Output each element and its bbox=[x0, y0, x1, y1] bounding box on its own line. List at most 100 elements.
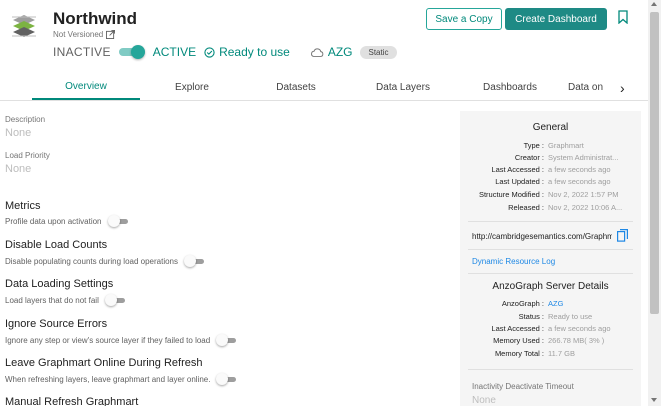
row-key: AnzoGraph : bbox=[501, 299, 544, 308]
copy-icon[interactable] bbox=[617, 229, 628, 242]
general-row: Creator : System Administrat... bbox=[460, 153, 641, 162]
metrics-toggle[interactable] bbox=[107, 215, 130, 227]
server-indicator[interactable]: AZG bbox=[310, 45, 353, 59]
row-key: Type : bbox=[523, 141, 544, 150]
inactivity-label: Inactivity Deactivate Timeout bbox=[472, 382, 574, 391]
tab-bar: Overview Explore Datasets Data Layers Da… bbox=[0, 74, 648, 101]
tab-dashboards[interactable]: Dashboards bbox=[458, 74, 562, 100]
bookmark-icon[interactable] bbox=[618, 10, 628, 24]
graphmart-logo-icon bbox=[12, 15, 36, 37]
active-label: ACTIVE bbox=[152, 45, 197, 59]
general-row: Type : Graphmart bbox=[460, 141, 641, 150]
server-row: Status : Ready to use bbox=[460, 312, 641, 321]
row-key: Last Updated : bbox=[495, 177, 544, 186]
server-name: AZG bbox=[327, 45, 353, 59]
setting-desc-text: Ignore any step or view's source layer i… bbox=[5, 335, 211, 345]
general-heading: General bbox=[532, 122, 569, 133]
divider bbox=[468, 221, 633, 222]
create-dashboard-button[interactable]: Create Dashboard bbox=[505, 8, 607, 30]
description-label: Description bbox=[5, 115, 46, 124]
setting-desc: Profile data upon activation bbox=[5, 215, 130, 227]
data-loading-toggle[interactable] bbox=[104, 294, 127, 306]
setting-desc: Ignore any step or view's source layer i… bbox=[5, 334, 238, 346]
server-row: Memory Total : 11.7 GB bbox=[460, 349, 641, 358]
scroll-up-arrow-icon[interactable] bbox=[651, 2, 657, 6]
row-value: 11.7 GB bbox=[548, 349, 575, 358]
tab-explore[interactable]: Explore bbox=[140, 74, 244, 100]
row-key: Structure Modified : bbox=[478, 190, 544, 199]
divider bbox=[468, 249, 633, 250]
ready-status: Ready to use bbox=[204, 45, 290, 59]
scroll-thumb[interactable] bbox=[650, 12, 659, 314]
row-value[interactable]: AZG bbox=[548, 299, 634, 308]
version-status: Not Versioned bbox=[53, 30, 116, 39]
setting-title: Data Loading Settings bbox=[5, 278, 114, 290]
general-row: Last Accessed : a few seconds ago bbox=[460, 165, 641, 174]
row-key: Status : bbox=[518, 312, 544, 321]
tab-data-on[interactable]: Data on bbox=[568, 74, 614, 100]
details-panel: General Type : Graphmart Creator : System … bbox=[460, 111, 641, 406]
setting-desc: When refreshing layers, leave graphmart … bbox=[5, 373, 238, 385]
general-row: Last Updated : a few seconds ago bbox=[460, 177, 641, 186]
priority-value[interactable]: None bbox=[5, 163, 31, 175]
row-key: Memory Total : bbox=[494, 349, 544, 358]
ignore-source-errors-toggle[interactable] bbox=[216, 334, 238, 346]
chevron-right-icon[interactable]: › bbox=[620, 80, 625, 96]
row-key: Last Accessed : bbox=[491, 324, 544, 333]
dynamic-resource-log-link[interactable]: Dynamic Resource Log bbox=[472, 257, 555, 266]
active-toggle[interactable] bbox=[118, 45, 145, 59]
tab-datasets[interactable]: Datasets bbox=[244, 74, 348, 100]
setting-desc: Disable populating counts during load op… bbox=[5, 255, 206, 267]
graphmart-url[interactable]: http://cambridgesemantics.com/Graphmart bbox=[472, 232, 612, 241]
server-row: AnzoGraph : AZG bbox=[460, 299, 641, 308]
header: Northwind Not Versioned INACTIVE ACTIVE … bbox=[0, 0, 648, 66]
static-badge: Static bbox=[360, 45, 397, 59]
row-value: Graphmart bbox=[548, 141, 584, 150]
save-copy-button[interactable]: Save a Copy bbox=[426, 8, 502, 30]
inactive-label: INACTIVE bbox=[53, 45, 111, 59]
inactivity-value[interactable]: None bbox=[472, 395, 496, 406]
disable-load-counts-toggle[interactable] bbox=[184, 255, 206, 267]
row-value: Nov 2, 2022 10:06 A... bbox=[548, 203, 623, 212]
setting-desc: Load layers that do not fail bbox=[5, 294, 127, 306]
external-link-icon[interactable] bbox=[106, 30, 116, 39]
cloud-icon bbox=[310, 47, 324, 57]
general-row: Released : Nov 2, 2022 10:06 A... bbox=[460, 203, 641, 212]
setting-title: Metrics bbox=[5, 200, 41, 212]
page-scrollbar[interactable] bbox=[648, 0, 661, 406]
row-value: System Administrat... bbox=[548, 153, 619, 162]
scroll-down-arrow-icon[interactable] bbox=[651, 398, 657, 402]
row-value: 266.78 MB( 3% ) bbox=[548, 336, 605, 345]
setting-title: Ignore Source Errors bbox=[5, 318, 108, 330]
setting-desc-text: When refreshing layers, leave graphmart … bbox=[5, 374, 211, 384]
leave-online-toggle[interactable] bbox=[216, 373, 238, 385]
row-value: Ready to use bbox=[548, 312, 593, 321]
row-key: Creator : bbox=[514, 153, 544, 162]
setting-desc-text: Load layers that do not fail bbox=[5, 295, 99, 305]
version-label: Not Versioned bbox=[53, 30, 104, 39]
setting-title: Leave Graphmart Online During Refresh bbox=[5, 357, 203, 369]
tab-data-layers[interactable]: Data Layers bbox=[348, 74, 458, 100]
page-title: Northwind bbox=[53, 9, 138, 28]
row-value: a few seconds ago bbox=[548, 324, 611, 333]
ready-text: Ready to use bbox=[219, 45, 290, 59]
setting-title: Manual Refresh Graphmart bbox=[5, 396, 139, 406]
row-value: a few seconds ago bbox=[548, 177, 611, 186]
divider bbox=[468, 369, 633, 370]
setting-desc-text: Profile data upon activation bbox=[5, 216, 102, 226]
server-row: Last Accessed : a few seconds ago bbox=[460, 324, 641, 333]
check-circle-icon bbox=[204, 46, 215, 58]
row-key: Last Accessed : bbox=[491, 165, 544, 174]
row-value: Nov 2, 2022 1:57 PM bbox=[548, 190, 619, 199]
divider bbox=[468, 273, 633, 274]
row-key: Memory Used : bbox=[493, 336, 544, 345]
priority-label: Load Priority bbox=[5, 151, 50, 160]
description-value[interactable]: None bbox=[5, 127, 31, 139]
setting-desc-text: Disable populating counts during load op… bbox=[5, 256, 179, 266]
row-value: a few seconds ago bbox=[548, 165, 611, 174]
status-row: INACTIVE ACTIVE Ready to use AZG Static bbox=[53, 45, 397, 59]
row-key: Released : bbox=[508, 203, 544, 212]
tab-overview[interactable]: Overview bbox=[32, 74, 140, 100]
server-heading: AnzoGraph Server Details bbox=[492, 281, 609, 292]
server-row: Memory Used : 266.78 MB( 3% ) bbox=[460, 336, 641, 345]
